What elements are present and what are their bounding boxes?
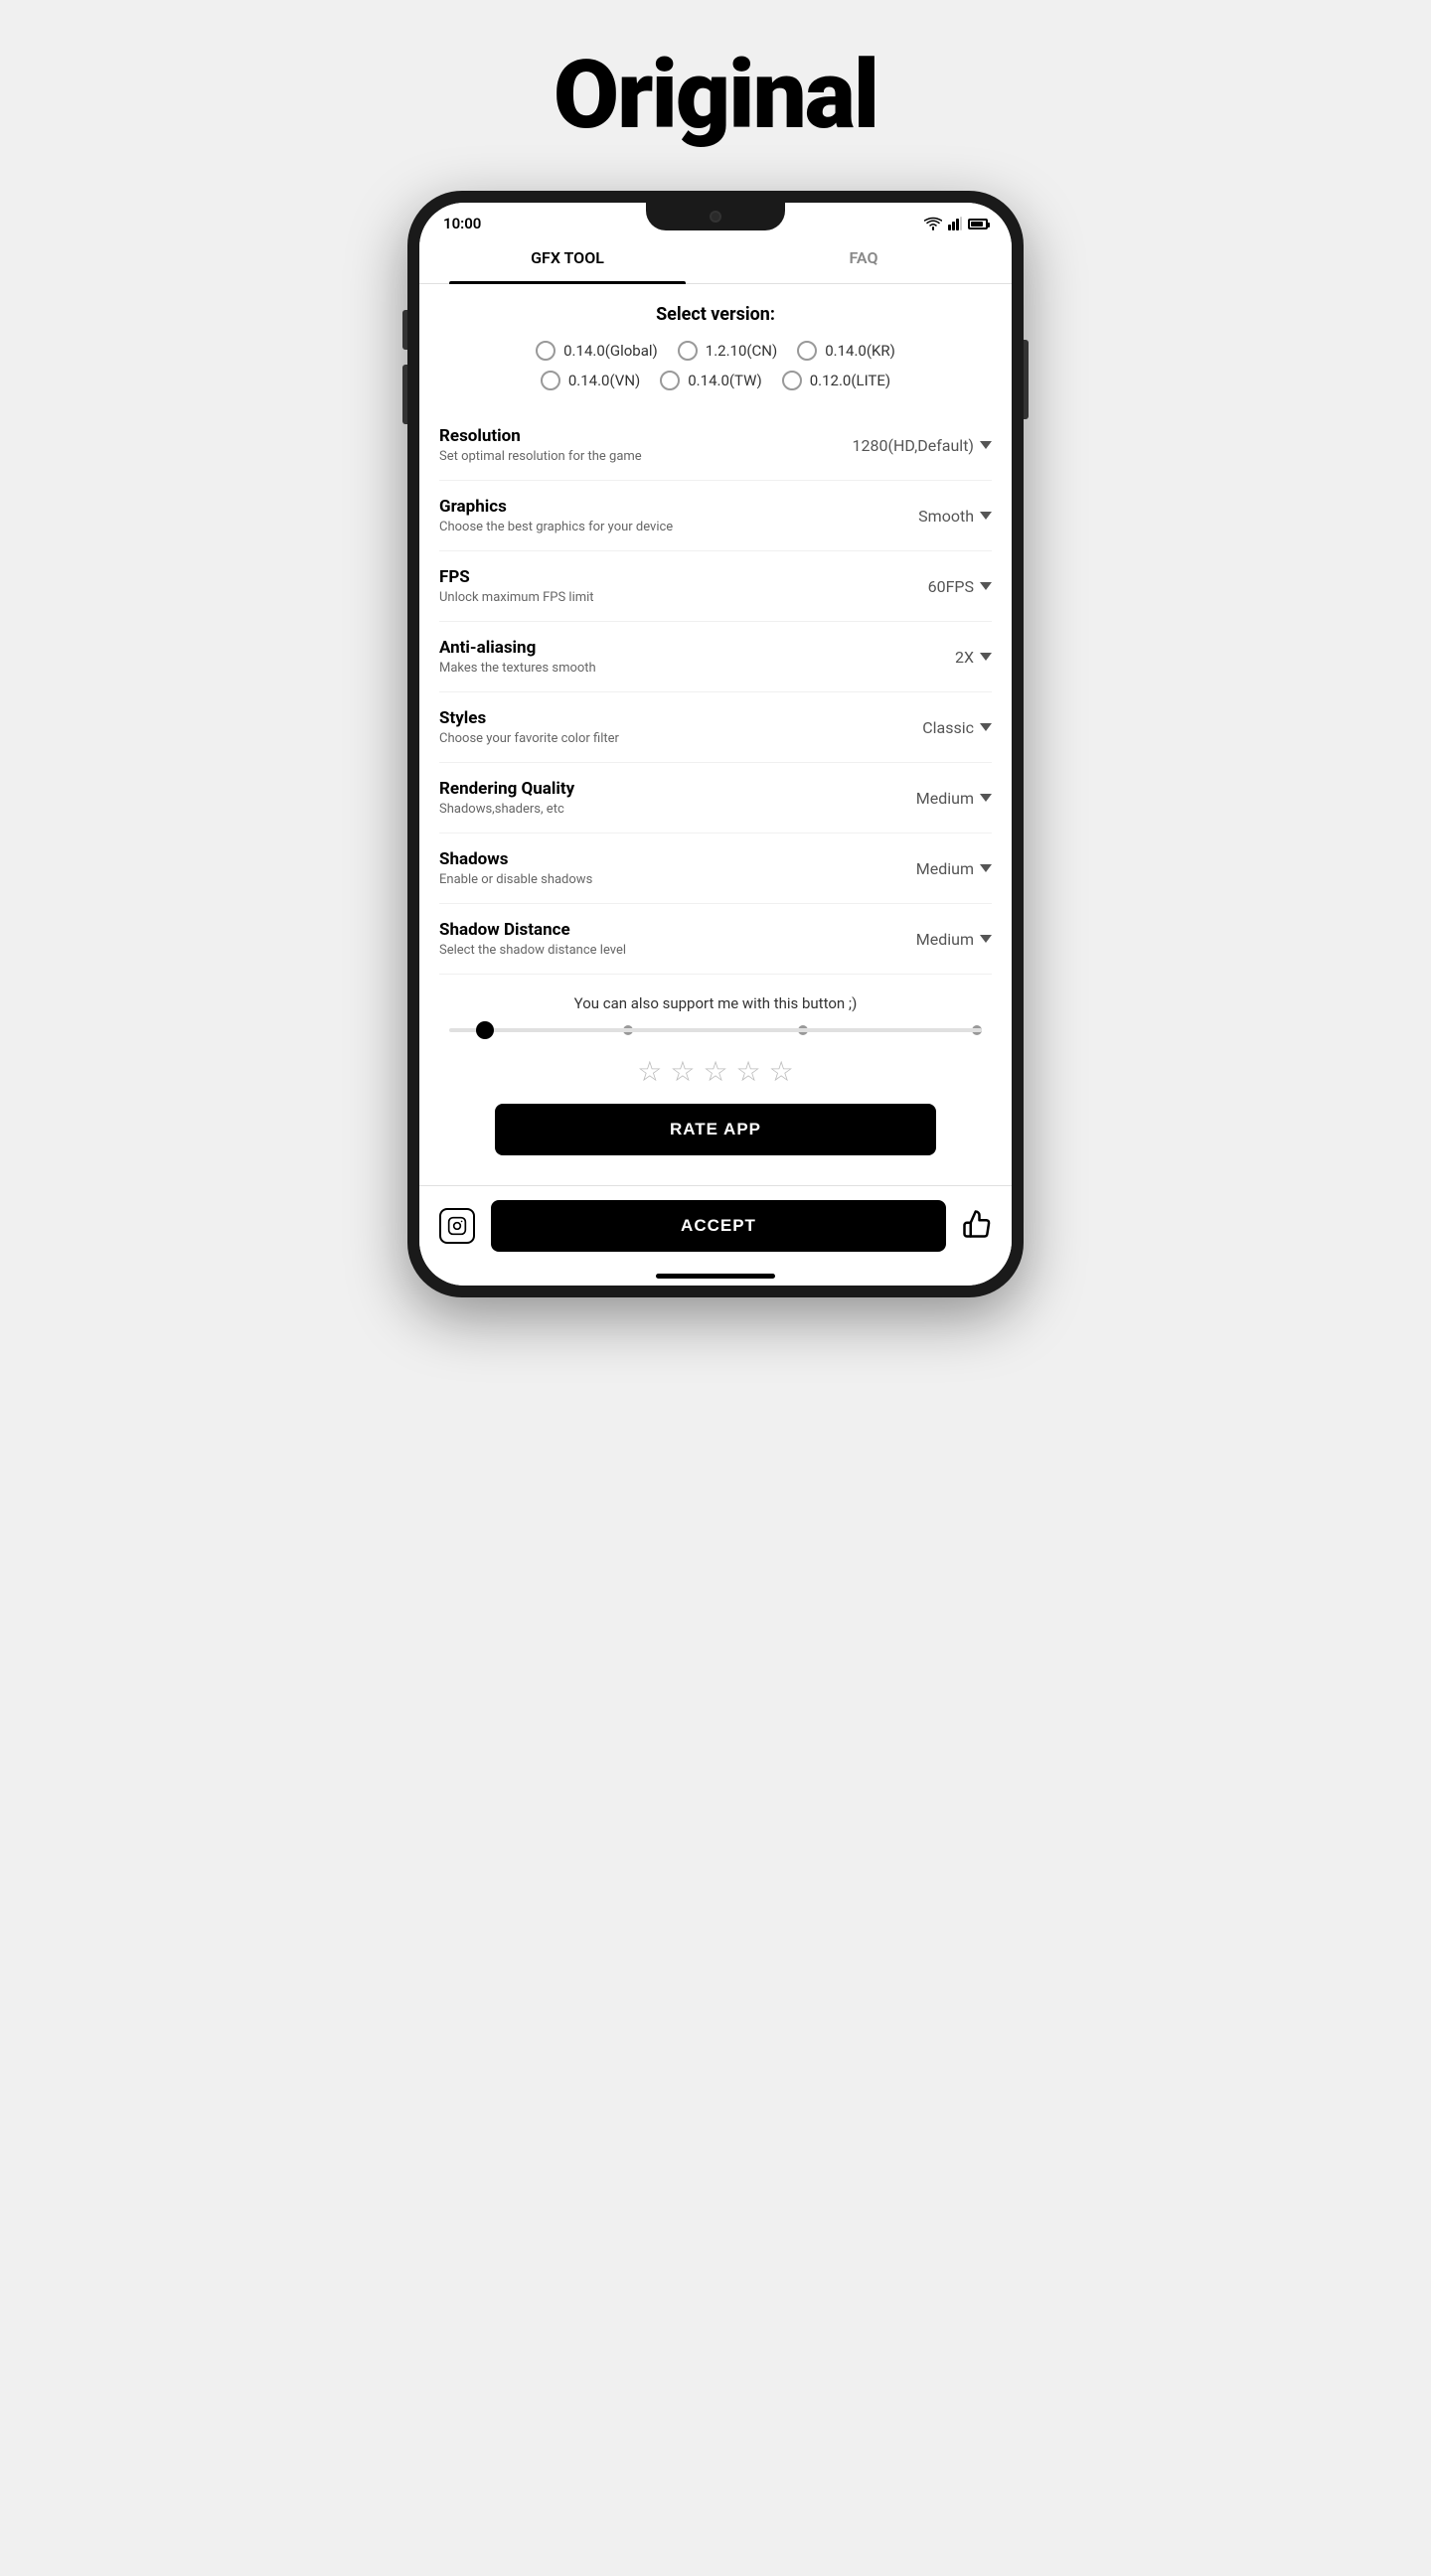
version-option-cn[interactable]: 1.2.10(CN) (678, 341, 777, 361)
setting-antialiasing: Anti-aliasing Makes the textures smooth … (439, 622, 992, 692)
rendering-dropdown[interactable]: Medium (916, 789, 992, 808)
notch (646, 203, 785, 230)
rate-app-button[interactable]: RATE APP (495, 1104, 937, 1155)
support-text: You can also support me with this button… (439, 994, 992, 1012)
version-row-1: 0.14.0(Global) 1.2.10(CN) 0.14.0(KR) (439, 341, 992, 361)
setting-rendering: Rendering Quality Shadows,shaders, etc M… (439, 763, 992, 833)
version-section: Select version: 0.14.0(Global) 1.2.10(CN… (439, 284, 992, 410)
chevron-down-icon (980, 582, 992, 590)
slider-thumb[interactable] (476, 1021, 494, 1039)
setting-resolution: Resolution Set optimal resolution for th… (439, 410, 992, 481)
radio-tw[interactable] (660, 371, 680, 390)
fps-dropdown[interactable]: 60FPS (928, 577, 992, 596)
setting-shadows: Shadows Enable or disable shadows Medium (439, 833, 992, 904)
side-button-left1 (402, 310, 407, 350)
antialiasing-dropdown[interactable]: 2X (955, 648, 992, 667)
stars-rating[interactable]: ☆ ☆ ☆ ☆ ☆ (439, 1055, 992, 1088)
wifi-icon (924, 217, 942, 230)
version-option-global[interactable]: 0.14.0(Global) (536, 341, 658, 361)
instagram-icon[interactable] (439, 1208, 475, 1244)
radio-vn[interactable] (541, 371, 560, 390)
resolution-dropdown[interactable]: 1280(HD,Default) (853, 436, 992, 455)
version-option-lite[interactable]: 0.12.0(LITE) (782, 371, 890, 390)
phone-device: 10:00 (407, 191, 1024, 1297)
star-5[interactable]: ☆ (769, 1055, 794, 1088)
shadow-distance-dropdown[interactable]: Medium (916, 930, 992, 949)
star-2[interactable]: ☆ (670, 1055, 695, 1088)
slider-dots (449, 1032, 982, 1035)
star-3[interactable]: ☆ (703, 1055, 727, 1088)
chevron-down-icon (980, 512, 992, 520)
tab-gfx-tool[interactable]: GFX TOOL (419, 232, 716, 283)
version-row-2: 0.14.0(VN) 0.14.0(TW) 0.12.0(LITE) (439, 371, 992, 390)
support-section: You can also support me with this button… (439, 975, 992, 1185)
thumbsup-icon[interactable] (962, 1209, 992, 1243)
version-option-kr[interactable]: 0.14.0(KR) (797, 341, 895, 361)
side-button-right (1024, 340, 1029, 419)
main-content: Select version: 0.14.0(Global) 1.2.10(CN… (419, 284, 1012, 1185)
page-wrapper: Original 10:00 (318, 0, 1113, 1297)
version-title: Select version: (439, 304, 992, 325)
accept-button[interactable]: ACCEPT (491, 1200, 946, 1252)
slider-container[interactable] (439, 1028, 992, 1035)
status-time: 10:00 (443, 215, 481, 232)
setting-shadow-distance: Shadow Distance Select the shadow distan… (439, 904, 992, 975)
camera (710, 211, 721, 223)
tab-bar: GFX TOOL FAQ (419, 232, 1012, 284)
side-button-left2 (402, 365, 407, 424)
chevron-down-icon (980, 441, 992, 449)
chevron-down-icon (980, 723, 992, 731)
chevron-down-icon (980, 653, 992, 661)
graphics-dropdown[interactable]: Smooth (918, 507, 992, 526)
tab-faq[interactable]: FAQ (716, 232, 1012, 283)
star-1[interactable]: ☆ (637, 1055, 662, 1088)
styles-dropdown[interactable]: Classic (922, 718, 992, 737)
radio-cn[interactable] (678, 341, 698, 361)
radio-lite[interactable] (782, 371, 802, 390)
setting-fps: FPS Unlock maximum FPS limit 60FPS (439, 551, 992, 622)
chevron-down-icon (980, 794, 992, 802)
slider-track (449, 1028, 982, 1032)
shadows-dropdown[interactable]: Medium (916, 859, 992, 878)
phone-screen: 10:00 (419, 203, 1012, 1286)
status-bar: 10:00 (419, 203, 1012, 232)
page-title: Original (554, 40, 877, 151)
bottom-bar: ACCEPT (419, 1185, 1012, 1266)
chevron-down-icon (980, 864, 992, 872)
setting-styles: Styles Choose your favorite color filter… (439, 692, 992, 763)
star-4[interactable]: ☆ (736, 1055, 761, 1088)
signal-icon (948, 217, 962, 230)
version-option-vn[interactable]: 0.14.0(VN) (541, 371, 640, 390)
version-option-tw[interactable]: 0.14.0(TW) (660, 371, 761, 390)
radio-kr[interactable] (797, 341, 817, 361)
chevron-down-icon (980, 935, 992, 943)
battery-icon (968, 219, 988, 229)
setting-graphics: Graphics Choose the best graphics for yo… (439, 481, 992, 551)
radio-global[interactable] (536, 341, 556, 361)
status-icons (924, 217, 988, 230)
home-indicator (419, 1266, 1012, 1286)
home-bar (656, 1274, 775, 1279)
